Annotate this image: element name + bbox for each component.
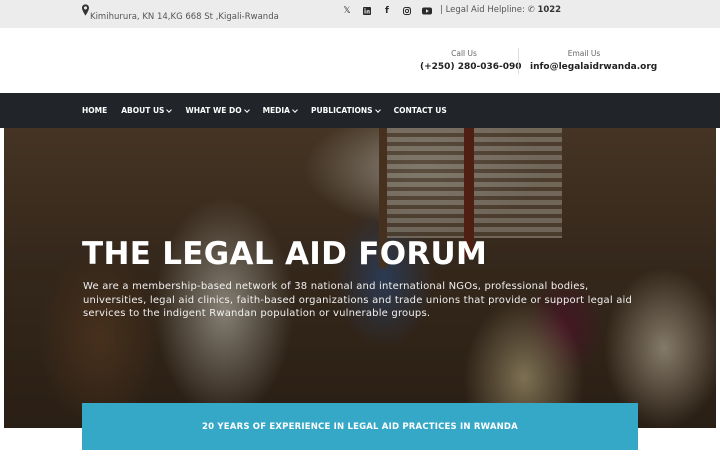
- chevron-down-icon: [292, 106, 298, 113]
- top-bar: Kimihurura, KN 14,KG 668 St ,Kigali-Rwan…: [0, 0, 720, 28]
- map-pin-icon: [82, 4, 89, 16]
- hero-description: We are a membership-based network of 38 …: [83, 281, 633, 319]
- hero-title: THE LEGAL AID FORUM: [82, 236, 488, 272]
- email-us-address[interactable]: info@legalaidrwanda.org: [530, 62, 657, 72]
- call-us-block: Call Us (+250) 280-036-090: [420, 49, 522, 72]
- experience-banner: 20 YEARS OF EXPERIENCE IN LEGAL AID PRAC…: [82, 403, 638, 450]
- chevron-down-icon: [243, 106, 250, 113]
- call-us-label: Call Us: [451, 49, 477, 58]
- helpline-number[interactable]: 1022: [537, 5, 561, 15]
- hero-banner: THE LEGAL AID FORUM We are a membership-…: [4, 128, 716, 428]
- address-text: Kimihurura, KN 14,KG 668 St ,Kigali-Rwan…: [90, 12, 279, 22]
- header-divider: [518, 48, 519, 74]
- chevron-down-icon: [374, 106, 381, 113]
- linkedin-icon[interactable]: [360, 5, 374, 17]
- nav-item-about-us[interactable]: ABOUT US: [121, 106, 173, 115]
- main-nav: HOME ABOUT US WHAT WE DO MEDIA PUBLICATI…: [0, 93, 720, 128]
- youtube-icon[interactable]: [420, 5, 434, 17]
- call-us-number[interactable]: (+250) 280-036-090: [420, 62, 522, 72]
- helpline: | Legal Aid Helpline: ✆ 1022: [440, 5, 561, 15]
- hero-overlay: [4, 128, 716, 428]
- phone-icon: ✆: [527, 5, 535, 15]
- email-us-label: Email Us: [567, 49, 601, 58]
- email-us-block: Email Us info@legalaidrwanda.org: [530, 49, 657, 72]
- nav-item-contact-us[interactable]: CONTACT US: [394, 106, 447, 115]
- instagram-icon[interactable]: [400, 5, 414, 17]
- nav-item-what-we-do[interactable]: WHAT WE DO: [185, 106, 250, 115]
- address: Kimihurura, KN 14,KG 668 St ,Kigali-Rwan…: [82, 4, 279, 22]
- nav-item-publications[interactable]: PUBLICATIONS: [311, 106, 381, 115]
- chevron-down-icon: [166, 106, 173, 113]
- experience-banner-text: 20 YEARS OF EXPERIENCE IN LEGAL AID PRAC…: [202, 422, 518, 432]
- x-twitter-icon[interactable]: 𝕏: [340, 5, 354, 17]
- helpline-label: | Legal Aid Helpline:: [440, 5, 525, 15]
- nav-item-media[interactable]: MEDIA: [263, 106, 298, 115]
- social-links: 𝕏 f: [340, 5, 440, 17]
- nav-item-home[interactable]: HOME: [82, 106, 107, 115]
- facebook-icon[interactable]: f: [380, 5, 394, 17]
